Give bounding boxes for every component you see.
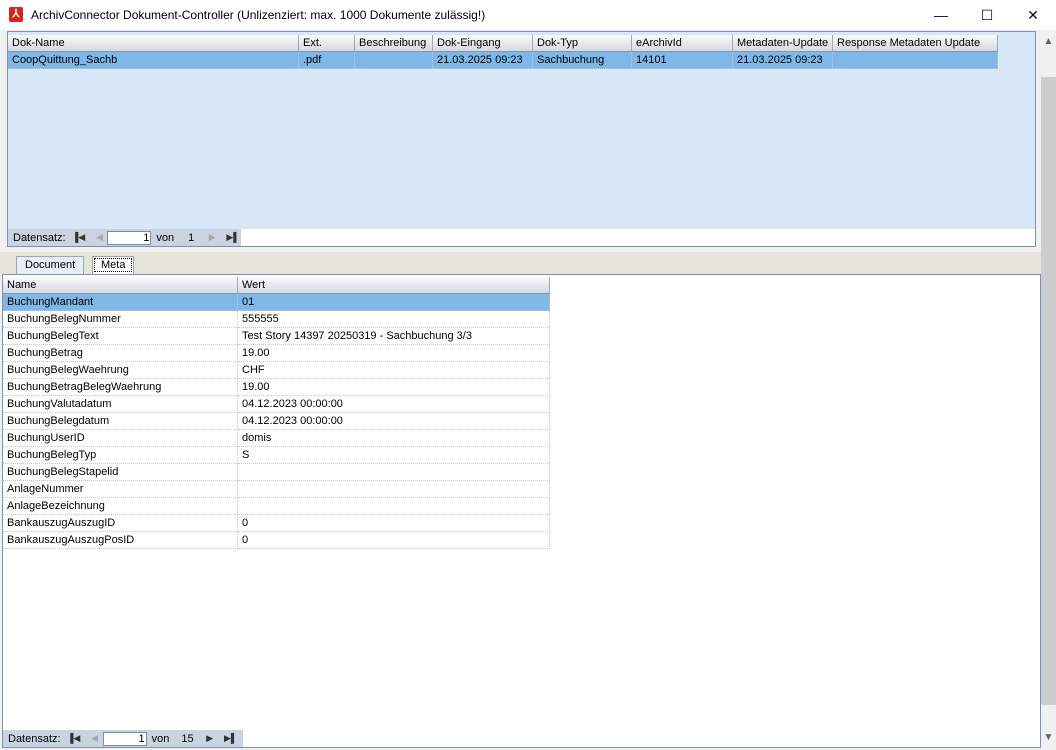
meta-name-cell[interactable]: BuchungBelegTyp [3, 447, 238, 464]
meta-value-cell[interactable] [238, 481, 550, 498]
prev-record-icon[interactable]: ◀ [91, 232, 107, 243]
tab-meta[interactable]: Meta [92, 256, 135, 274]
meta-name-cell[interactable]: BuchungBelegNummer [3, 311, 238, 328]
of-label: von [156, 231, 175, 244]
meta-name-cell[interactable]: BankauszugAuszugID [3, 515, 238, 532]
table-cell[interactable]: 21.03.2025 09:23 [433, 52, 533, 69]
table-cell[interactable] [833, 52, 998, 69]
scroll-down-icon[interactable]: ▼ [1041, 732, 1056, 743]
meta-name-cell[interactable]: BuchungBetragBelegWaehrung [3, 379, 238, 396]
column-header[interactable]: Metadaten-Update [733, 35, 833, 52]
column-header[interactable]: Dok-Name [8, 35, 299, 52]
column-header[interactable]: Ext. [299, 35, 355, 52]
meta-name-cell[interactable]: BuchungBelegdatum [3, 413, 238, 430]
meta-value-cell[interactable]: 01 [238, 294, 550, 311]
meta-value-cell[interactable]: domis [238, 430, 550, 447]
record-input[interactable] [107, 230, 152, 245]
first-record-icon[interactable]: ▐◀ [66, 733, 82, 744]
meta-value-cell[interactable] [238, 464, 550, 481]
first-record-icon[interactable]: ▐◀ [71, 232, 87, 243]
total-label: 1 [188, 231, 195, 244]
meta-name-cell[interactable]: BuchungBetrag [3, 345, 238, 362]
record-input[interactable] [102, 731, 147, 746]
next-record-icon[interactable]: ▶ [204, 232, 220, 243]
table-cell[interactable]: 14101 [632, 52, 733, 69]
title-bar: ⅄ ArchivConnector Dokument-Controller (U… [0, 0, 1056, 30]
meta-name-cell[interactable]: BuchungValutadatum [3, 396, 238, 413]
meta-name-cell[interactable]: BankauszugAuszugPosID [3, 532, 238, 549]
meta-value-cell[interactable]: 19.00 [238, 379, 550, 396]
meta-value-cell[interactable]: 04.12.2023 00:00:00 [238, 396, 550, 413]
tab-document[interactable]: Document [16, 256, 85, 274]
tab-strip [0, 252, 1041, 274]
meta-value-cell[interactable]: 19.00 [238, 345, 550, 362]
meta-navigator: Datensatz: ▐◀ ◀ von 15 ▶ ▶▌ [3, 730, 243, 747]
column-header[interactable]: Beschreibung [355, 35, 433, 52]
maximize-button[interactable]: ☐ [964, 0, 1010, 30]
meta-value-cell[interactable]: 04.12.2023 00:00:00 [238, 413, 550, 430]
meta-value-cell[interactable]: 0 [238, 532, 550, 549]
meta-name-cell[interactable]: AnlageNummer [3, 481, 238, 498]
navigator-label: Datensatz: [13, 231, 66, 244]
meta-value-cell[interactable]: 0 [238, 515, 550, 532]
documents-grid[interactable]: Dok-Name Ext. Beschreibung Dok-Eingang Dok-T… [7, 31, 1036, 247]
table-cell[interactable]: CoopQuittung_Sachb [8, 52, 299, 69]
meta-name-cell[interactable]: BuchungMandant [3, 294, 238, 311]
table-cell[interactable] [355, 52, 433, 69]
documents-navigator: Datensatz: ▐◀ ◀ von 1 ▶ ▶▌ [8, 229, 241, 246]
column-header[interactable]: Dok-Typ [533, 35, 632, 52]
close-button[interactable]: ✕ [1010, 0, 1056, 30]
column-header[interactable]: Dok-Eingang [433, 35, 533, 52]
table-cell[interactable]: Sachbuchung [533, 52, 632, 69]
meta-value-cell[interactable]: Test Story 14397 20250319 - Sachbuchung … [238, 328, 550, 345]
column-header[interactable]: Wert [238, 277, 550, 294]
window-title: ArchivConnector Dokument-Controller (Unl… [31, 8, 486, 22]
pdf-icon: ⅄ [9, 7, 23, 22]
meta-value-cell[interactable]: CHF [238, 362, 550, 379]
navigator-label: Datensatz: [8, 732, 61, 745]
scroll-up-icon[interactable]: ▲ [1041, 36, 1056, 47]
column-header[interactable]: eArchivId [632, 35, 733, 52]
meta-value-cell[interactable]: S [238, 447, 550, 464]
prev-record-icon[interactable]: ◀ [87, 733, 103, 744]
column-header[interactable]: Name [3, 277, 238, 294]
last-record-icon[interactable]: ▶▌ [225, 232, 241, 243]
total-label: 15 [181, 732, 194, 745]
meta-grid[interactable]: Name Wert BuchungMandant 01 BuchungBelegNumm… [2, 274, 1041, 748]
meta-value-cell[interactable] [238, 498, 550, 515]
scrollbar-thumb[interactable] [1041, 77, 1056, 705]
of-label: von [151, 732, 170, 745]
meta-value-cell[interactable]: 555555 [238, 311, 550, 328]
meta-name-cell[interactable]: BuchungBelegStapelid [3, 464, 238, 481]
table-cell[interactable]: 21.03.2025 09:23 [733, 52, 833, 69]
navigator-spacer [241, 229, 1035, 246]
next-record-icon[interactable]: ▶ [202, 733, 218, 744]
meta-name-cell[interactable]: BuchungUserID [3, 430, 238, 447]
meta-name-cell[interactable]: BuchungBelegWaehrung [3, 362, 238, 379]
meta-name-cell[interactable]: AnlageBezeichnung [3, 498, 238, 515]
minimize-button[interactable]: — [918, 0, 964, 30]
column-header[interactable]: Response Metadaten Update [833, 35, 998, 52]
meta-name-cell[interactable]: BuchungBelegText [3, 328, 238, 345]
table-cell[interactable]: .pdf [299, 52, 355, 69]
last-record-icon[interactable]: ▶▌ [223, 733, 239, 744]
